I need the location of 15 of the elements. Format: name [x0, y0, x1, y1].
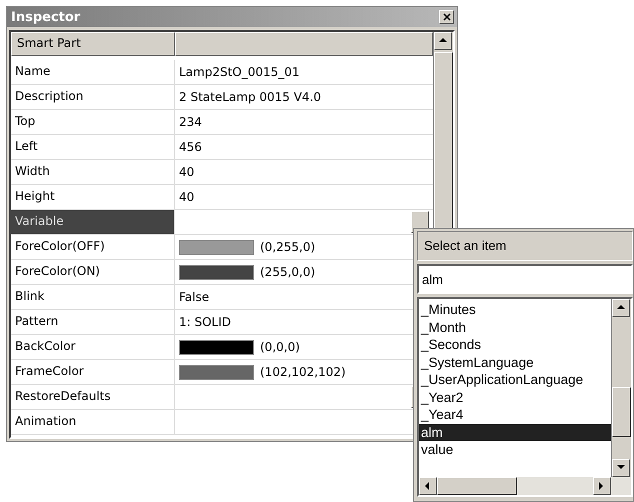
property-value: 234 — [179, 115, 202, 129]
property-value: 40 — [179, 165, 194, 179]
property-value: (255,0,0) — [260, 265, 316, 279]
property-value: (0,0,0) — [260, 340, 300, 354]
property-value: 40 — [179, 190, 194, 204]
column-header: Smart Part — [11, 32, 175, 56]
property-value: 1: SOLID — [179, 315, 232, 329]
property-value: 456 — [179, 140, 202, 154]
popup-title: Select an item — [417, 231, 633, 261]
property-value: (0,255,0) — [260, 240, 316, 254]
property-value: 2 StateLamp 0015 V4.0 — [179, 90, 322, 104]
property-value: Lamp2StO_0015_01 — [179, 65, 300, 79]
property-value: (102,102,102) — [260, 365, 346, 379]
window-title: Inspector — [11, 10, 80, 24]
property-value: False — [179, 290, 210, 304]
